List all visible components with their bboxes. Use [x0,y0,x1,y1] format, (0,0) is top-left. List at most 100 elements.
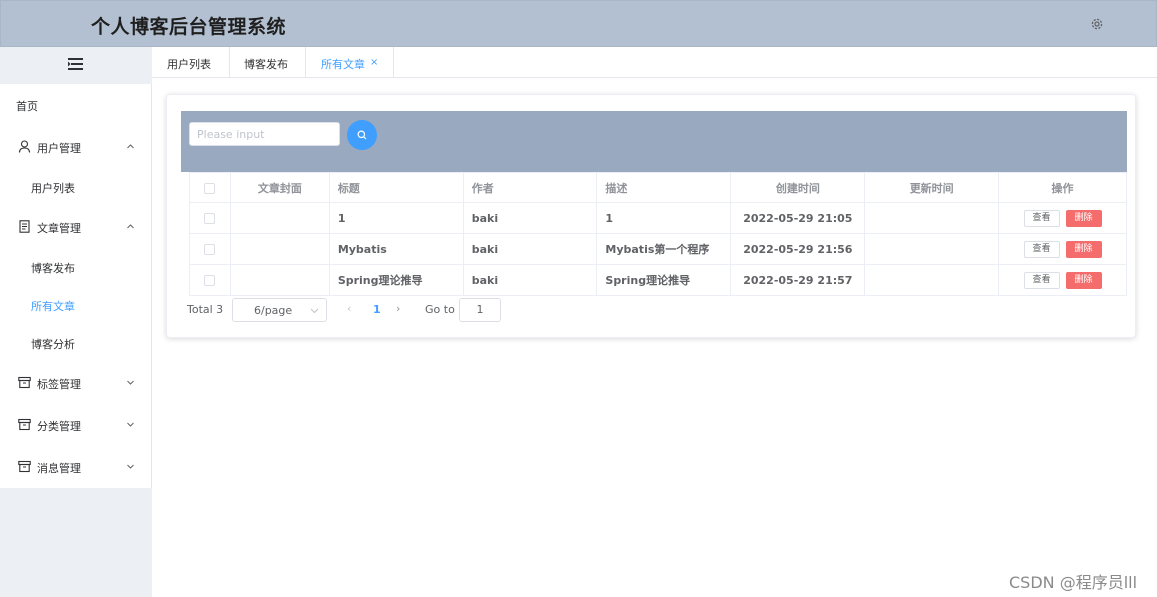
user-icon [18,140,31,153]
table-row: 1 baki 1 2022-05-29 21:05 查看 删除 [189,202,1127,234]
next-page-icon[interactable]: › [396,302,400,315]
view-button[interactable]: 查看 [1023,271,1060,289]
tab-all-articles[interactable]: 所有文章 × [306,47,394,79]
row-select-cell [189,233,231,265]
cell-updated [864,264,1000,296]
select-all-cell [189,172,231,203]
sidebar: 首页 用户管理 用户列表 文章管理 博客发布 所有文章 博客分析 标签管理 分类… [0,47,152,597]
view-button[interactable]: 查看 [1023,240,1060,258]
delete-button[interactable]: 删除 [1065,209,1102,227]
articles-table: 文章封面 标题 作者 描述 创建时间 更新时间 操作 1 baki 1 2022… [189,172,1127,296]
select-all-checkbox[interactable] [204,182,216,194]
sidebar-item-message-management[interactable]: 消息管理 [0,447,151,487]
cell-title: Mybatis [328,233,464,265]
search-input[interactable] [189,122,340,146]
tab-label: 博客发布 [244,58,288,71]
collapse-menu-button[interactable] [0,47,152,84]
cell-title: 1 [328,202,464,234]
pagination: Total 3 6/page ‹ 1 › Go to 1 [187,298,1127,322]
sidebar-item-label: 标签管理 [37,378,81,391]
column-header: 标题 [328,172,464,203]
tab-user-list[interactable]: 用户列表 [152,47,230,78]
cell-actions: 查看 删除 [998,264,1127,296]
cell-cover [229,264,330,296]
watermark: CSDN @程序员lll [1009,573,1138,592]
table-row: Mybatis baki Mybatis第一个程序 2022-05-29 21:… [189,233,1127,265]
pagination-total: Total 3 [187,303,224,316]
column-header: 文章封面 [229,172,330,203]
prev-page-icon[interactable]: ‹ [347,302,351,315]
sidebar-item-label: 博客分析 [31,338,75,351]
column-header: 更新时间 [864,172,1000,203]
chevron-up-icon [127,144,134,149]
sidebar-item-label: 文章管理 [37,222,81,235]
app-title: 个人博客后台管理系统 [91,16,287,38]
cell-updated [864,233,1000,265]
sidebar-item-article-management[interactable]: 文章管理 [0,207,151,247]
row-checkbox[interactable] [204,275,216,286]
row-select-cell [189,202,231,234]
sidebar-item-label: 消息管理 [37,462,81,475]
sidebar-item-home[interactable]: 首页 [0,85,151,125]
tab-label: 用户列表 [167,58,211,71]
box-icon [18,460,31,473]
sidebar-item-blog-analysis[interactable]: 博客分析 [0,323,151,363]
cell-description: Spring理论推导 [596,264,732,296]
page-size-value: 6/page [254,304,293,317]
search-button[interactable] [347,120,377,150]
sidebar-menu: 首页 用户管理 用户列表 文章管理 博客发布 所有文章 博客分析 标签管理 分类… [0,47,152,488]
search-bar [181,111,1127,172]
cell-actions: 查看 删除 [998,233,1127,265]
box-icon [18,376,31,389]
cell-actions: 查看 删除 [998,202,1127,234]
cell-description: 1 [596,202,732,234]
delete-button[interactable]: 删除 [1065,271,1102,289]
sidebar-item-label: 博客发布 [31,262,75,275]
cell-description: Mybatis第一个程序 [596,233,732,265]
row-select-cell [189,264,231,296]
search-icon [357,130,367,140]
articles-card: 文章封面 标题 作者 描述 创建时间 更新时间 操作 1 baki 1 2022… [166,94,1136,338]
cell-title: Spring理论推导 [328,264,464,296]
chevron-up-icon [127,224,134,229]
row-checkbox[interactable] [204,244,216,255]
chevron-down-icon [127,464,134,469]
column-header: 创建时间 [730,172,866,203]
view-button[interactable]: 查看 [1023,209,1060,227]
sidebar-item-label: 首页 [16,100,38,113]
close-icon[interactable]: × [370,57,378,68]
page-size-select[interactable]: 6/page [232,298,327,322]
tab-bar: 用户列表 博客发布 所有文章 × [152,47,1157,79]
delete-button[interactable]: 删除 [1065,240,1102,258]
sidebar-item-all-articles[interactable]: 所有文章 [0,285,151,325]
sidebar-item-label: 用户列表 [31,182,75,195]
goto-page-input[interactable]: 1 [459,298,501,322]
sidebar-item-user-management[interactable]: 用户管理 [0,127,151,167]
cell-cover [229,202,330,234]
cell-author: baki [462,202,598,234]
goto-label: Go to [425,303,455,316]
sidebar-item-blog-publish[interactable]: 博客发布 [0,247,151,287]
main-content: 文章封面 标题 作者 描述 创建时间 更新时间 操作 1 baki 1 2022… [152,78,1157,597]
column-header: 操作 [998,172,1127,203]
table-row: Spring理论推导 baki Spring理论推导 2022-05-29 21… [189,264,1127,296]
sidebar-item-label: 所有文章 [31,300,75,313]
tab-blog-publish[interactable]: 博客发布 [230,47,306,78]
sidebar-item-tag-management[interactable]: 标签管理 [0,363,151,403]
table-header-row: 文章封面 标题 作者 描述 创建时间 更新时间 操作 [189,172,1127,203]
cell-created: 2022-05-29 21:57 [730,264,866,296]
sidebar-item-user-list[interactable]: 用户列表 [0,167,151,207]
top-header: 个人博客后台管理系统 [0,0,1157,47]
cell-created: 2022-05-29 21:05 [730,202,866,234]
chevron-down-icon [127,380,134,385]
document-icon [19,220,30,233]
cell-author: baki [462,264,598,296]
chevron-down-icon [310,308,319,314]
cell-author: baki [462,233,598,265]
tab-label: 所有文章 [321,58,365,71]
menu-fold-icon [68,58,83,70]
row-checkbox[interactable] [204,213,216,224]
sidebar-item-category-management[interactable]: 分类管理 [0,405,151,445]
gear-icon[interactable] [1090,17,1104,31]
page-number-current[interactable]: 1 [373,303,381,316]
